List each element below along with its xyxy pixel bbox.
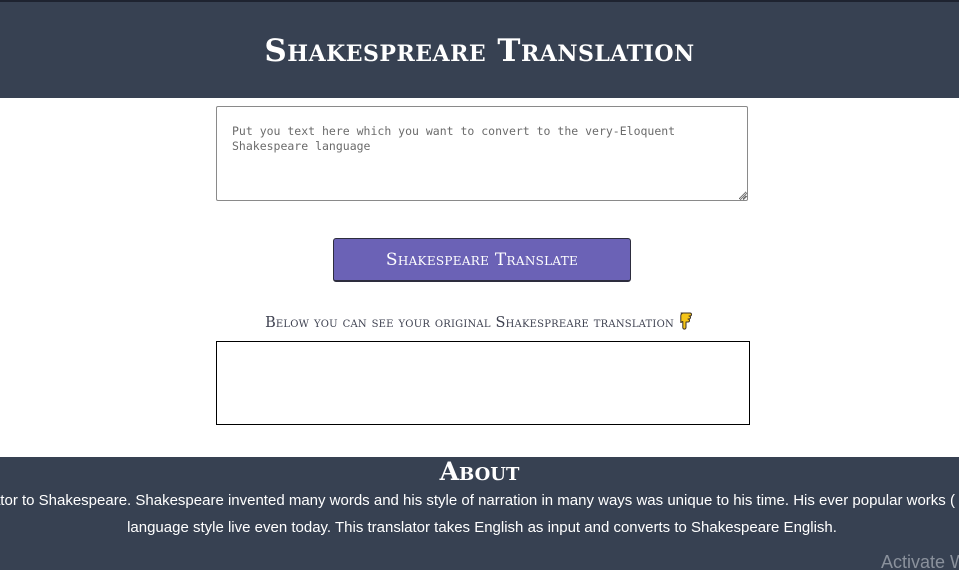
page-header: Shakespreare Translation: [0, 2, 959, 98]
activate-windows-watermark: Activate Windows: [881, 552, 959, 570]
output-heading-label: Below you can see your original Shakespr…: [265, 315, 674, 331]
about-text-line-1: Translator to Shakespeare. Shakespeare i…: [0, 492, 959, 509]
translation-output-box: [216, 341, 750, 425]
pointing-down-hand-icon: [678, 312, 694, 330]
output-heading: Below you can see your original Shakespr…: [0, 312, 959, 333]
input-text-area[interactable]: [216, 106, 748, 201]
about-text-line-2: language style live even today. This tra…: [127, 519, 837, 536]
about-section: About Translator to Shakespeare. Shakesp…: [0, 457, 959, 570]
translate-button[interactable]: Shakespeare Translate: [333, 238, 631, 282]
page-title: Shakespreare Translation: [264, 33, 695, 69]
about-title: About: [439, 457, 520, 486]
